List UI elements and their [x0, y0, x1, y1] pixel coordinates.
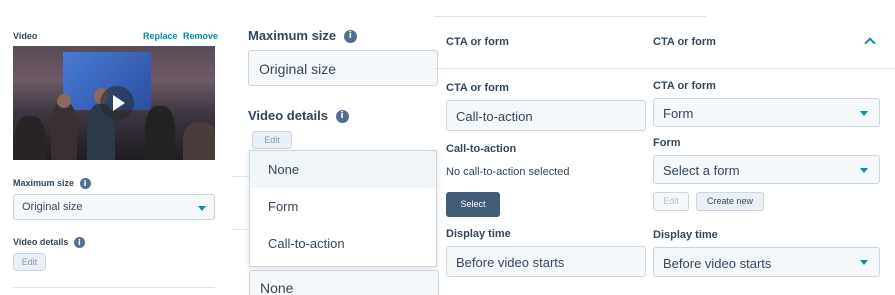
info-icon[interactable]: i [343, 30, 357, 44]
display-time-select[interactable]: Before video starts [653, 247, 880, 277]
edit-button[interactable]: Edit [252, 131, 292, 149]
max-size-label: Maximum size i [13, 178, 91, 190]
form-select[interactable]: Select a form [653, 155, 880, 184]
audience-figure [51, 102, 77, 160]
max-size-select-value: Original size [22, 201, 83, 213]
max-size-label: Maximum size i [248, 28, 357, 44]
cta-or-form-label: CTA or form [446, 82, 509, 94]
audience-head [57, 94, 71, 108]
max-size-select[interactable]: Original size [13, 194, 215, 220]
divider [232, 176, 250, 177]
cta-or-form-label: CTA or form [653, 80, 716, 92]
display-time-select-value: Before video starts [663, 256, 772, 271]
form-select-placeholder: Select a form [663, 163, 740, 178]
max-size-label-text: Maximum size [248, 28, 337, 43]
divider [434, 16, 706, 17]
form-label: Form [653, 137, 681, 149]
divider [434, 68, 644, 69]
audience-figure [145, 106, 175, 160]
remove-link[interactable]: Remove [183, 31, 218, 41]
panel-header[interactable]: CTA or form [446, 36, 509, 48]
edit-form-button[interactable]: Edit [653, 192, 689, 211]
info-icon[interactable]: i [335, 110, 349, 124]
display-time-label: Display time [446, 228, 511, 240]
cta-or-form-select-value: Form [663, 106, 694, 121]
create-new-form-button[interactable]: Create new [696, 192, 764, 211]
max-size-label-text: Maximum size [13, 178, 75, 188]
display-time-select[interactable]: Before video starts [446, 246, 646, 277]
cta-type-select-value: None [260, 280, 294, 295]
cta-type-dropdown-menu: None Form Call-to-action [249, 150, 437, 267]
display-time-select-value: Before video starts [456, 255, 565, 270]
info-icon[interactable]: i [79, 178, 91, 190]
dropdown-option-call-to-action[interactable]: Call-to-action [250, 225, 436, 262]
audience-figure [15, 116, 45, 160]
divider [644, 68, 895, 69]
video-details-label-text: Video details [248, 108, 328, 123]
info-icon[interactable]: i [73, 237, 85, 249]
cta-or-form-select[interactable]: Form [653, 98, 880, 127]
chevron-down-icon [860, 260, 868, 265]
cta-or-form-select[interactable]: Call-to-action [446, 100, 646, 131]
panel-header[interactable]: CTA or form [653, 36, 716, 48]
chevron-up-icon[interactable] [864, 37, 876, 49]
call-to-action-label: Call-to-action [446, 143, 517, 155]
chevron-down-icon [198, 206, 206, 211]
divider [232, 229, 250, 230]
video-details-label: Video details i [13, 237, 85, 249]
chevron-down-icon [860, 168, 868, 173]
max-size-select[interactable]: Original size [248, 50, 438, 86]
video-details-label-text: Video details [13, 237, 69, 247]
video-label: Video [13, 31, 38, 41]
display-time-label: Display time [653, 229, 718, 241]
dropdown-option-form[interactable]: Form [250, 188, 436, 225]
edit-button[interactable]: Edit [13, 253, 46, 271]
select-cta-button[interactable]: Select [446, 192, 500, 217]
dropdown-option-none[interactable]: None [250, 151, 436, 188]
no-cta-selected-text: No call-to-action selected [446, 166, 570, 178]
max-size-select-value: Original size [259, 61, 337, 77]
cta-type-select[interactable]: None [249, 270, 439, 295]
chevron-down-icon [860, 111, 868, 116]
video-thumbnail[interactable] [13, 46, 215, 160]
video-details-label: Video details i [248, 108, 349, 124]
cta-or-form-select-value: Call-to-action [456, 109, 533, 124]
play-icon[interactable] [100, 86, 134, 120]
divider [13, 287, 215, 288]
replace-link[interactable]: Replace [143, 31, 178, 41]
audience-figure [183, 122, 215, 160]
